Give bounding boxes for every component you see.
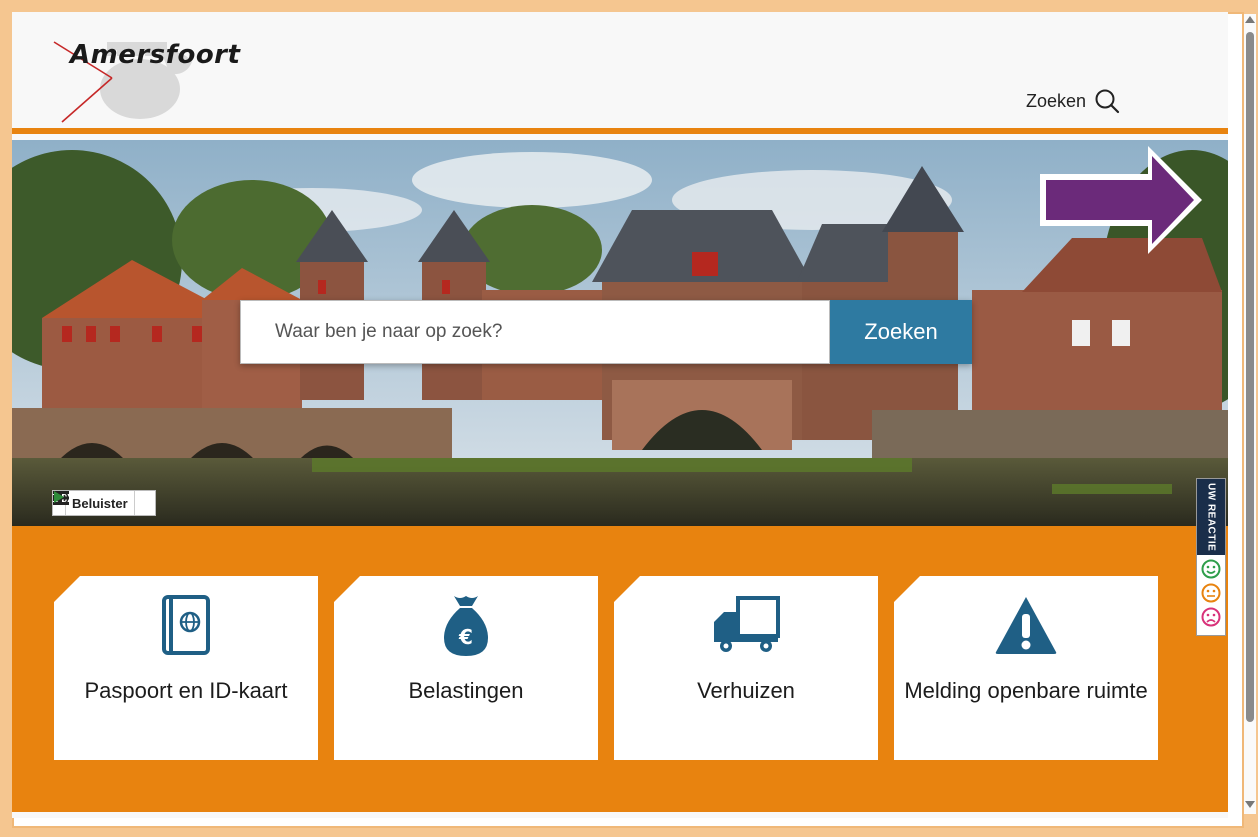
money-bag-icon: € (444, 596, 488, 656)
hero-search-button[interactable]: Zoeken (241, 300, 972, 364)
tile-paspoort-label: Paspoort en ID-kaart (84, 678, 288, 703)
top-tasks-section: Paspoort en ID-kaart € Belastingen Verhu… (12, 526, 1228, 812)
tile-verhuizen[interactable]: Verhuizen (614, 576, 878, 760)
readspeaker-listen-label: Beluister (72, 495, 128, 511)
readspeaker-toolbar: Beluister (52, 490, 156, 516)
happy-face-icon[interactable] (1201, 559, 1221, 579)
tile-verhuizen-label: Verhuizen (697, 678, 795, 703)
play-icon (54, 491, 64, 503)
footer-strip (12, 812, 1228, 818)
readspeaker-play-button[interactable] (54, 491, 155, 515)
tile-melding-label: Melding openbare ruimte (904, 678, 1148, 703)
warning-icon (995, 597, 1057, 654)
feedback-label: UW REACTIE (1197, 479, 1225, 555)
hero-search-button-label: Zoeken (864, 319, 938, 344)
page-viewport: Amersfoort Zoeken Waar ben je naar op zo… (12, 12, 1228, 818)
tile-belastingen[interactable]: € Belastingen (334, 576, 598, 760)
tile-paspoort[interactable]: Paspoort en ID-kaart (54, 576, 318, 760)
hero-search-input[interactable] (240, 300, 830, 364)
neutral-face-icon[interactable] (1201, 583, 1221, 603)
passport-icon (162, 595, 210, 655)
search-icon (1095, 89, 1120, 114)
scrollbar-thumb[interactable] (1246, 32, 1254, 722)
hero-banner: Zoeken Belu (12, 140, 1228, 526)
tile-belastingen-label: Belastingen (408, 678, 524, 703)
page-scrollbar[interactable] (1244, 14, 1256, 814)
scroll-down-arrow-icon[interactable] (1245, 801, 1255, 808)
hero-search-bar: Zoeken (240, 300, 972, 364)
site-header: Amersfoort Zoeken (12, 12, 1228, 134)
scroll-up-arrow-icon[interactable] (1245, 16, 1255, 23)
header-search-button[interactable]: Zoeken (1026, 88, 1120, 114)
tile-melding[interactable]: Melding openbare ruimte (894, 576, 1158, 760)
svg-text:€: € (458, 625, 473, 649)
readspeaker-listen-button[interactable]: Beluister (53, 491, 135, 515)
moving-truck-icon (714, 596, 780, 652)
feedback-widget[interactable]: UW REACTIE (1196, 478, 1226, 636)
site-logo-text[interactable]: Amersfoort (70, 40, 240, 70)
sad-face-icon[interactable] (1201, 607, 1221, 627)
header-search-label: Zoeken (1025, 90, 1086, 111)
search-icon (241, 301, 266, 326)
